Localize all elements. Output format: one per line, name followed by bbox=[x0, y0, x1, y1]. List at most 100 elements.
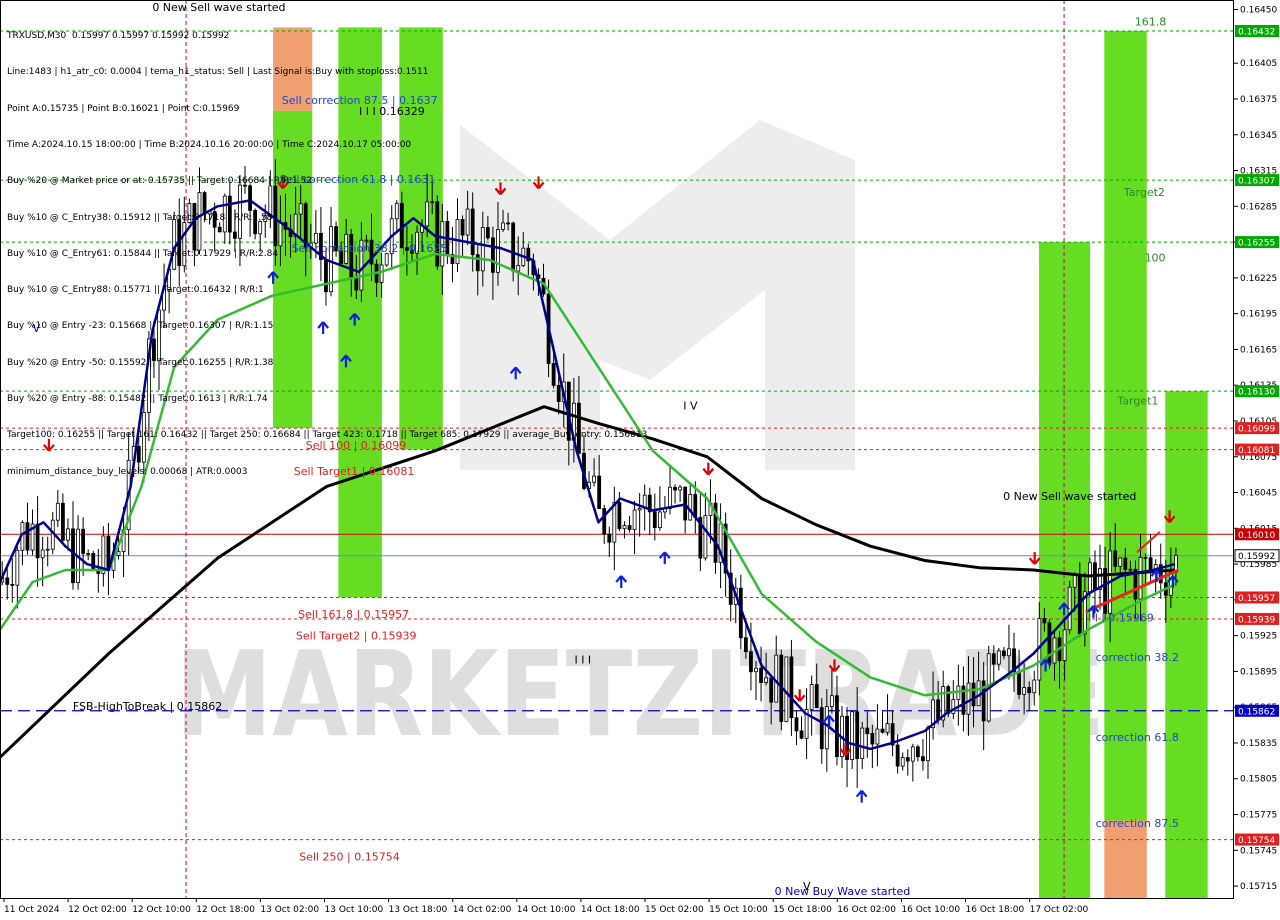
candle-body bbox=[991, 653, 996, 665]
price-tick-label: 0.16045 bbox=[1240, 489, 1277, 499]
candle-body bbox=[835, 695, 839, 757]
candle-body bbox=[885, 723, 890, 733]
info-line: Buy %20 @ Entry -50: 0.15592 || Target:0… bbox=[7, 357, 274, 368]
candle-body bbox=[996, 650, 1001, 665]
candle-body bbox=[703, 515, 708, 559]
time-tick-label: 13 Oct 10:00 bbox=[325, 905, 384, 915]
info-line: minimum_distance_buy_levels: 0.00068 | A… bbox=[7, 466, 248, 477]
candle-body bbox=[652, 511, 657, 528]
candle-body bbox=[55, 502, 60, 521]
candle-body bbox=[743, 637, 748, 653]
time-tick-label: 11 Oct 2024 bbox=[4, 905, 60, 915]
chart-annotation: Sell 250 | 0.15754 bbox=[299, 850, 400, 863]
chart-annotation: 0 New Buy Wave started bbox=[775, 885, 911, 898]
candle-body bbox=[769, 677, 774, 703]
info-line: Line:1483 | h1_atr_c0: 0.0004 | tema_h1_… bbox=[7, 67, 429, 78]
chart-annotation: I I I bbox=[574, 653, 591, 666]
price-level-label: 0.16099 bbox=[1238, 425, 1275, 435]
price-level-label: 0.16130 bbox=[1238, 388, 1275, 398]
candle-body bbox=[60, 502, 65, 541]
candle-body bbox=[759, 667, 763, 683]
chart-annotation: 0 New Sell wave started bbox=[1003, 490, 1136, 503]
price-level-label: 0.16255 bbox=[1238, 239, 1275, 249]
info-line: Target100: 0.16255 || Target 161: 0.1643… bbox=[7, 430, 648, 441]
price-tick-label: 0.16405 bbox=[1240, 59, 1277, 69]
candle-body bbox=[1072, 574, 1077, 588]
price-tick-label: 0.16345 bbox=[1240, 131, 1277, 141]
candle-body bbox=[921, 756, 925, 762]
candle-body bbox=[829, 695, 834, 707]
price-tick-label: 0.15805 bbox=[1240, 775, 1277, 785]
candle-body bbox=[946, 686, 951, 714]
candle-body bbox=[895, 744, 900, 767]
chart-annotation: Target2 bbox=[1123, 186, 1165, 199]
candle-body bbox=[971, 682, 976, 707]
info-line: Buy %20 @ Entry -88: 0.15482 || Target:0… bbox=[7, 394, 268, 404]
candle-body bbox=[799, 730, 804, 739]
candle-body bbox=[860, 727, 865, 759]
info-line: Buy %10 @ C_Entry38: 0.15912 || Target:0… bbox=[7, 212, 273, 223]
candle-body bbox=[749, 651, 753, 673]
candle-body bbox=[86, 553, 91, 555]
candle-body bbox=[814, 684, 819, 709]
price-tick-label: 0.16375 bbox=[1240, 95, 1277, 105]
chart-annotation: correction 61.8 bbox=[1096, 731, 1179, 744]
price-level-label: 0.15957 bbox=[1238, 594, 1275, 604]
candle-body bbox=[5, 577, 10, 585]
candle-body bbox=[1143, 557, 1148, 559]
candle-body bbox=[1042, 618, 1047, 624]
candle-body bbox=[1138, 557, 1143, 600]
candle-body bbox=[905, 757, 910, 762]
price-tick-label: 0.16225 bbox=[1240, 274, 1277, 284]
time-tick-label: 14 Oct 18:00 bbox=[581, 905, 640, 915]
price-level-label: 0.16432 bbox=[1238, 28, 1275, 38]
chart-annotation: I I I 0.15969 bbox=[1088, 612, 1154, 625]
chart-annotation: I V bbox=[683, 399, 698, 412]
candle-body bbox=[1017, 671, 1021, 695]
time-tick-label: 15 Oct 18:00 bbox=[773, 905, 832, 915]
chart-annotation: Sell Target2 | 0.15939 bbox=[296, 630, 417, 643]
candle-body bbox=[764, 677, 769, 683]
info-line: Buy %10 @ C_Entry88: 0.15771 || Target:0… bbox=[7, 285, 264, 296]
candle-body bbox=[1128, 568, 1133, 571]
candle-body bbox=[612, 502, 617, 543]
candle-body bbox=[824, 706, 829, 750]
target-zone bbox=[1104, 31, 1147, 821]
candle-body bbox=[25, 522, 30, 551]
candle-body bbox=[865, 727, 870, 734]
candle-body bbox=[875, 728, 880, 745]
candle-body bbox=[688, 494, 693, 521]
candle-body bbox=[789, 656, 794, 719]
candle-body bbox=[617, 502, 622, 530]
time-tick-label: 13 Oct 02:00 bbox=[260, 905, 319, 915]
candle-body bbox=[915, 746, 920, 758]
chart-annotation: correction 38.2 bbox=[1096, 651, 1179, 664]
candle-body bbox=[602, 508, 607, 535]
time-axis: 11 Oct 2024 12 Oct 02:00 12 Oct 10:00 12 Oc… bbox=[0, 898, 1280, 920]
time-tick-label: 16 Oct 10:00 bbox=[901, 905, 960, 915]
candle-body bbox=[855, 711, 860, 759]
candle-body bbox=[673, 486, 677, 491]
time-tick-label: 12 Oct 18:00 bbox=[196, 905, 255, 915]
price-tick-label: 0.15895 bbox=[1240, 667, 1277, 677]
candle-body bbox=[936, 699, 941, 721]
info-line: Time A:2024.10.15 18:00:00 | Time B:2024… bbox=[7, 140, 412, 151]
candle-body bbox=[966, 682, 971, 715]
candle-body bbox=[1027, 687, 1032, 694]
candle-body bbox=[632, 509, 637, 531]
current-price-label: 0.15992 bbox=[1238, 552, 1275, 562]
time-tick-label: 12 Oct 10:00 bbox=[132, 905, 191, 915]
price-level-label: 0.15862 bbox=[1238, 707, 1275, 717]
candle-body bbox=[1118, 557, 1123, 567]
candle-body bbox=[819, 707, 824, 750]
candle-body bbox=[607, 533, 612, 543]
candle-body bbox=[637, 508, 642, 511]
indicator-info-panel: TRXUSD,M30 0.15997 0.15997 0.15992 0.159… bbox=[7, 6, 647, 490]
candle-body bbox=[880, 728, 885, 733]
candle-body bbox=[900, 757, 905, 767]
price-level-label: 0.16081 bbox=[1238, 446, 1275, 456]
candle-body bbox=[622, 525, 627, 530]
price-level-label: 0.16307 bbox=[1238, 177, 1275, 187]
info-line: Buy %20 @ Market price or at: 0.15735 ||… bbox=[7, 176, 313, 187]
time-tick-label: 15 Oct 02:00 bbox=[645, 905, 704, 915]
